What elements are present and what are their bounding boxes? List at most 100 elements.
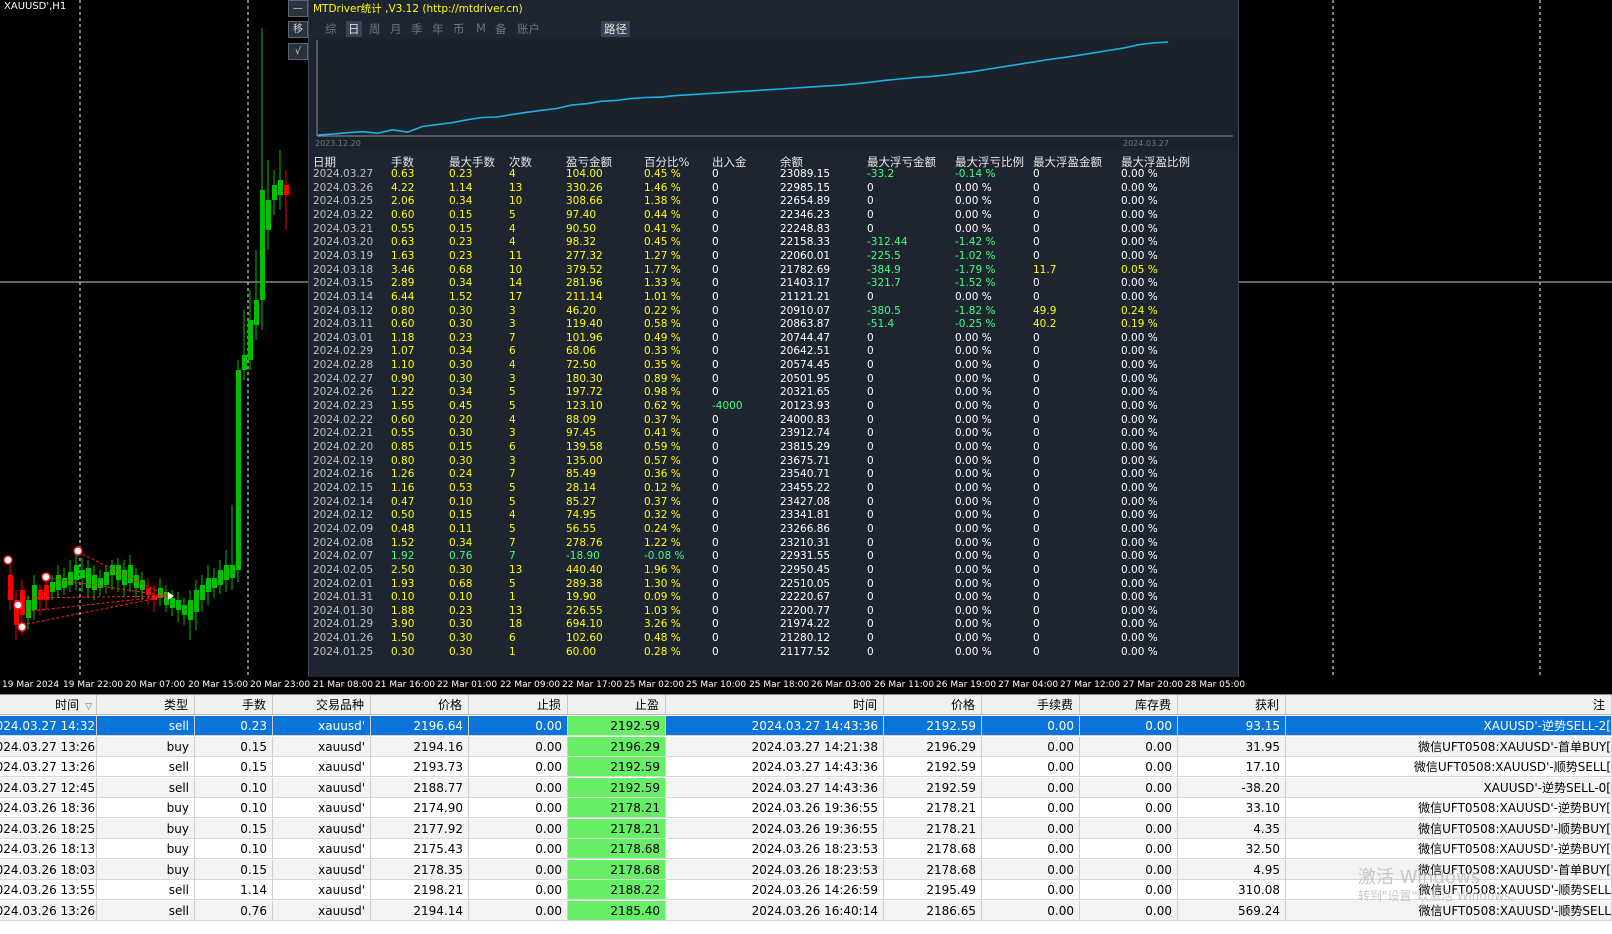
trade-col-header[interactable]: 注 [1286, 695, 1612, 715]
trade-cell: 4.35 [1178, 818, 1286, 839]
trade-cell: xauusd' [273, 757, 371, 777]
stats-cell: 0.37 % [644, 495, 681, 508]
trade-col-header[interactable]: 类型 [97, 695, 195, 715]
trade-cell: XAUUSD'-逆势SELL-0[ [1286, 777, 1612, 798]
trade-cell: buy [97, 839, 195, 859]
trade-marker[interactable] [3, 555, 13, 565]
trade-row[interactable]: 2024.03.27 14:32:24sell0.23xauusd'2196.6… [0, 716, 1612, 737]
stats-cell: 0 [712, 168, 719, 180]
stats-cell: 1.27 % [644, 249, 681, 262]
menu-summary[interactable]: 综 [325, 21, 337, 37]
time-axis-label: 20 Mar 15:00 [188, 680, 249, 690]
stats-cell: 4 [509, 359, 516, 372]
stats-cell: 1.63 [391, 249, 415, 262]
trade-col-header[interactable]: 价格 [884, 695, 982, 715]
path-button[interactable]: 路径 [601, 21, 630, 37]
stats-cell: 0.00 % [1121, 168, 1158, 180]
menu-year[interactable]: 年 [432, 21, 444, 37]
trade-col-header[interactable]: 库存费 [1080, 695, 1178, 715]
stats-cell: 3.46 [391, 263, 415, 276]
stats-cell: 0.00 % [1121, 509, 1158, 522]
stats-cell: -4000 [712, 400, 743, 413]
panel-move-button[interactable]: 移 [288, 21, 308, 38]
trade-col-header[interactable]: 时间 [666, 695, 884, 715]
stats-cell: 0.30 [391, 645, 415, 658]
candle-body [224, 565, 229, 580]
menu-account[interactable]: 账户 [517, 21, 540, 37]
stats-cell: 0 [867, 550, 874, 563]
trade-col-header[interactable]: 止盈 [568, 695, 666, 715]
menu-backup[interactable]: 备 [495, 21, 507, 37]
stats-cell: 2024.02.05 [313, 563, 374, 576]
trade-cell: sell [97, 716, 195, 736]
menu-week[interactable]: 周 [369, 21, 381, 37]
stats-cell: 2024.03.11 [313, 318, 374, 331]
trade-col-header[interactable]: 手续费 [982, 695, 1080, 715]
stats-cell: 2024.01.30 [313, 604, 374, 617]
candle-body [260, 190, 265, 300]
stats-cell: 1.03 % [644, 604, 681, 617]
menu-day[interactable]: 日 [346, 21, 362, 37]
trade-row[interactable]: 2024.03.26 18:25:14buy0.15xauusd'2177.92… [0, 818, 1612, 840]
stats-cell: 22985.15 [780, 181, 831, 194]
trade-row[interactable]: 2024.03.26 18:13:39buy0.10xauusd'2175.43… [0, 839, 1612, 860]
menu-currency[interactable]: 币 [453, 21, 465, 37]
stats-cell: 0 [867, 181, 874, 194]
stats-cell: 4.22 [391, 181, 415, 194]
panel-check-button[interactable]: √ [288, 43, 308, 60]
stats-cell: 0.34 [449, 195, 473, 208]
trade-row[interactable]: 2024.03.27 13:26:12sell0.15xauusd'2193.7… [0, 757, 1612, 778]
trade-cell: 0.10 [195, 839, 273, 859]
trade-cell: xauusd' [273, 880, 371, 900]
stats-cell: 0 [1033, 331, 1040, 344]
stats-cell: 0 [1033, 645, 1040, 658]
trade-row[interactable]: 2024.03.26 18:36:28buy0.10xauusd'2174.90… [0, 798, 1612, 819]
trade-col-header[interactable]: 交易品种 [273, 695, 371, 715]
stats-cell: 0 [712, 277, 719, 290]
stats-cell: 0 [867, 290, 874, 303]
stats-cell: 0 [712, 604, 719, 617]
trade-marker[interactable] [41, 572, 51, 582]
candle-body [182, 605, 187, 615]
stats-cell: 0 [867, 345, 874, 358]
trade-marker[interactable] [73, 546, 83, 556]
stats-cell: 0 [712, 208, 719, 221]
panel-minimize-button[interactable]: — [288, 0, 308, 17]
equity-start-date: 2023.12.20 [315, 139, 361, 148]
time-axis-label: 22 Mar 17:00 [562, 680, 623, 690]
stats-cell: 23912.74 [780, 427, 831, 440]
sort-icon[interactable]: ▽ [85, 702, 92, 712]
trade-row[interactable]: 2024.03.27 12:45:36sell0.10xauusd'2188.7… [0, 777, 1612, 799]
trade-cell: 2178.21 [568, 798, 666, 818]
stats-cell: 20863.87 [780, 318, 831, 331]
panel-period-menu: 综 日 周 月 季 年 币 M 备 账户 路径 [309, 20, 1238, 37]
stats-cell: 0.00 % [1121, 591, 1158, 604]
stats-cell: 0 [867, 645, 874, 658]
stats-cell: 0 [1033, 618, 1040, 631]
menu-m[interactable]: M [476, 21, 486, 35]
trade-col-header[interactable]: 止损 [469, 695, 568, 715]
stats-cell: 22346.23 [780, 208, 831, 221]
trade-marker[interactable] [13, 600, 23, 610]
stats-cell: 0.30 [449, 372, 473, 385]
stats-cell: 19.90 [566, 591, 597, 604]
stats-cell: 0.00 % [1121, 236, 1158, 249]
stats-cell: 0 [712, 318, 719, 331]
trade-col-header[interactable]: 时间 ▽ [0, 695, 97, 715]
trade-marker[interactable] [17, 622, 27, 632]
trade-cell: 2024.03.26 13:55:08 [0, 880, 97, 900]
stats-cell: 0.76 [449, 550, 473, 563]
trade-col-header[interactable]: 获利 [1178, 695, 1286, 715]
stats-cell: 0.00 % [1121, 427, 1158, 440]
stats-cell: 0.98 % [644, 386, 681, 399]
stats-row: 2024.03.15 2.89 0.34 14 281.96 1.33 % 0 21403.1… [313, 277, 1233, 291]
trade-col-header[interactable]: 价格 [371, 695, 469, 715]
trade-col-header[interactable]: 手数 [195, 695, 273, 715]
menu-month[interactable]: 月 [390, 21, 402, 37]
menu-quarter[interactable]: 季 [411, 21, 423, 37]
stats-row: 2024.01.30 1.88 0.23 13 226.55 1.03 % 0 22200.7… [313, 605, 1233, 619]
time-axis-label: 22 Mar 09:00 [500, 680, 561, 690]
time-axis-label: 25 Mar 10:00 [686, 680, 747, 690]
trade-cell: 0.00 [982, 859, 1080, 880]
trade-row[interactable]: 2024.03.27 13:26:12buy0.15xauusd'2194.16… [0, 736, 1612, 758]
